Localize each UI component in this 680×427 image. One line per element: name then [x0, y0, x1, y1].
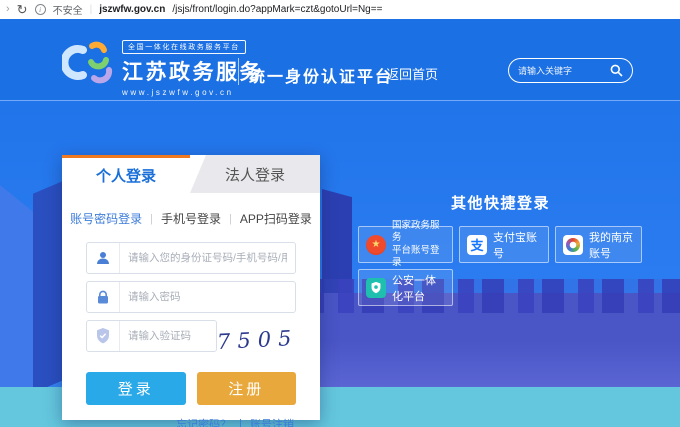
quick-login-panel: 其他快捷登录 ★ 国家政务服务 平台账号登录 支 支付宝账号 我的南京账号	[358, 192, 643, 306]
captcha-image[interactable]: 7505	[216, 325, 299, 353]
url-domain: jszwfw.gov.cn	[99, 4, 165, 15]
national-platform-badge: 全国一体化在线政务服务平台	[122, 40, 246, 54]
logo-text-block: 全国一体化在线政务服务平台 江苏政务服务 www.jszwfw.gov.cn	[122, 36, 263, 97]
password-input[interactable]	[120, 291, 295, 303]
header-search[interactable]	[508, 58, 633, 83]
header-divider	[238, 58, 239, 85]
register-button[interactable]: 注册	[197, 372, 297, 405]
password-field-wrap	[86, 281, 296, 313]
insecure-label: 不安全	[53, 2, 83, 17]
captcha-input[interactable]	[120, 330, 216, 342]
quick-login-my-nanjing[interactable]: 我的南京账号	[555, 226, 642, 263]
account-links: 忘记密码？ | 账号注销	[86, 416, 296, 427]
page: › ↻ i 不安全 | jszwfw.gov.cn /jsjs/front/lo…	[0, 0, 680, 427]
method-separator: |	[229, 213, 232, 225]
quick-login-label: 支付宝账号	[493, 229, 541, 261]
search-icon	[610, 64, 623, 77]
login-methods: 账号密码登录 | 手机号登录 | APP扫码登录	[86, 210, 296, 227]
captcha-field-wrap	[86, 320, 217, 352]
info-icon[interactable]: i	[35, 4, 46, 15]
login-tabs: 个人登录 法人登录	[62, 155, 320, 193]
site-name: 江苏政务服务	[122, 56, 263, 86]
captcha-row: 7505	[86, 320, 296, 359]
cityscape-image	[278, 293, 680, 388]
login-button[interactable]: 登录	[86, 372, 186, 405]
links-separator: |	[239, 418, 242, 427]
search-button[interactable]	[610, 64, 623, 77]
quick-login-label: 公安一体化平台	[392, 272, 445, 304]
site-url: www.jszwfw.gov.cn	[122, 88, 263, 97]
decor-shape	[33, 181, 63, 393]
tab-corporate-login[interactable]: 法人登录	[190, 155, 320, 193]
quick-login-title: 其他快捷登录	[358, 192, 643, 213]
decor-shape	[0, 185, 36, 393]
national-emblem-icon: ★	[366, 235, 386, 255]
account-cancel-link[interactable]: 账号注销	[250, 416, 294, 427]
login-card: 个人登录 法人登录 账号密码登录 | 手机号登录 | APP扫码登录	[62, 155, 320, 420]
alipay-icon: 支	[467, 235, 487, 255]
platform-title: 统一身份认证平台	[249, 63, 393, 87]
police-shield-icon	[366, 278, 386, 298]
url-path: /jsjs/front/login.do?appMark=czt&gotoUrl…	[172, 4, 382, 15]
reload-icon[interactable]: ↻	[17, 3, 28, 16]
return-home-link[interactable]: 返回首页	[386, 64, 438, 83]
address-separator: |	[90, 4, 93, 15]
login-form: 账号密码登录 | 手机号登录 | APP扫码登录	[62, 193, 320, 427]
quick-login-alipay[interactable]: 支 支付宝账号	[459, 226, 549, 263]
lock-icon	[87, 282, 120, 312]
tab-personal-login[interactable]: 个人登录	[62, 155, 190, 193]
quick-login-national-platform[interactable]: ★ 国家政务服务 平台账号登录	[358, 226, 453, 263]
forgot-password-link[interactable]: 忘记密码？	[176, 416, 231, 427]
search-input[interactable]	[518, 66, 610, 76]
jiangsu-gov-logo-icon	[62, 39, 118, 85]
browser-address-bar[interactable]: › ↻ i 不安全 | jszwfw.gov.cn /jsjs/front/lo…	[0, 0, 680, 19]
quick-login-label: 国家政务服务 平台账号登录	[392, 220, 445, 269]
shield-check-icon	[87, 321, 120, 351]
forward-arrow-icon[interactable]: ›	[6, 4, 10, 15]
quick-login-public-security[interactable]: 公安一体化平台	[358, 269, 453, 306]
button-row: 登录 注册	[86, 372, 296, 405]
method-separator: |	[150, 213, 153, 225]
my-nanjing-icon	[563, 235, 583, 255]
user-icon	[87, 243, 120, 273]
method-account-password[interactable]: 账号密码登录	[70, 210, 142, 227]
username-field-wrap	[86, 242, 296, 274]
quick-login-label: 我的南京账号	[589, 229, 634, 261]
quick-login-grid: ★ 国家政务服务 平台账号登录 支 支付宝账号 我的南京账号	[358, 226, 643, 306]
username-input[interactable]	[120, 252, 295, 264]
method-phone[interactable]: 手机号登录	[161, 210, 221, 227]
method-app-qrcode[interactable]: APP扫码登录	[240, 210, 312, 227]
site-header: 全国一体化在线政务服务平台 江苏政务服务 www.jszwfw.gov.cn 统…	[0, 19, 680, 100]
